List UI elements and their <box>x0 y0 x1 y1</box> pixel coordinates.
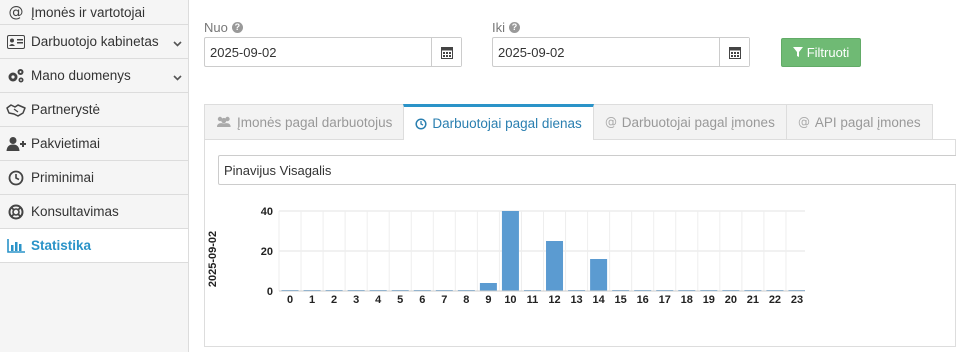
x-tick-label: 0 <box>287 294 293 306</box>
calendar-icon[interactable] <box>431 38 461 66</box>
chevron-down-icon <box>173 36 182 51</box>
sidebar-item-label: Pakvietimai <box>31 136 101 151</box>
clock-icon <box>415 117 427 130</box>
x-tick-label: 21 <box>747 294 759 306</box>
life-ring-icon <box>6 203 26 221</box>
at-icon: @ <box>605 116 617 128</box>
x-tick-label: 4 <box>375 294 382 306</box>
x-tick-label: 16 <box>637 294 649 306</box>
sidebar-item-label: Mano duomenys <box>31 68 131 83</box>
id-card-icon <box>6 33 26 51</box>
x-tick-label: 18 <box>681 294 693 306</box>
x-tick-label: 22 <box>769 294 781 306</box>
sidebar-item-label: Įmonės ir vartotojai <box>31 4 146 20</box>
main-content: Nuo? Iki? Filtruoti Įmonės pagal darbuot… <box>189 0 956 352</box>
x-tick-label: 1 <box>309 294 315 306</box>
svg-text:@: @ <box>9 4 24 20</box>
x-tick-label: 23 <box>791 294 803 306</box>
chevron-down-icon <box>173 70 182 85</box>
x-tick-label: 20 <box>725 294 737 306</box>
sidebar-item-label: Statistika <box>31 238 92 253</box>
tab-darbuotojai-pagal-dienas[interactable]: Darbuotojai pagal dienas <box>403 104 594 140</box>
x-tick-label: 12 <box>548 294 560 306</box>
sidebar-item-label: Priminimai <box>31 170 95 185</box>
sidebar-item-label: Konsultavimas <box>31 204 119 219</box>
chart-bar <box>546 241 564 291</box>
y-tick-label: 40 <box>261 206 273 218</box>
calendar-icon[interactable] <box>719 38 749 66</box>
date-from-field <box>204 37 462 67</box>
x-tick-label: 15 <box>615 294 627 306</box>
y-tick-label: 0 <box>267 286 273 298</box>
x-tick-label: 14 <box>592 294 605 306</box>
sidebar-item-imones[interactable]: @ Įmonės ir vartotojai <box>0 0 188 25</box>
chart-bar <box>479 283 497 291</box>
x-tick-label: 19 <box>703 294 715 306</box>
help-icon[interactable]: ? <box>231 22 243 33</box>
chart-bar <box>501 211 519 291</box>
svg-text:@: @ <box>798 116 810 128</box>
x-tick-label: 11 <box>527 294 539 306</box>
y-axis-label: 2025-09-02 <box>207 231 219 287</box>
sidebar-item-label: Darbuotojo kabinetas <box>31 34 159 49</box>
x-tick-label: 6 <box>419 294 425 306</box>
date-to-field <box>492 37 750 67</box>
filter-button[interactable]: Filtruoti <box>781 38 861 67</box>
help-icon[interactable]: ? <box>509 22 520 33</box>
tab-darbuotojai-pagal-imones[interactable]: @ Darbuotojai pagal įmones <box>592 104 787 139</box>
sidebar: @ Įmonės ir vartotojai Darbuotojo kabine… <box>0 0 189 352</box>
sidebar-item-label: Partnerystė <box>31 102 101 117</box>
bar-chart-icon <box>6 237 26 255</box>
svg-text:@: @ <box>605 116 617 128</box>
at-icon: @ <box>6 3 26 21</box>
from-label: Nuo? <box>204 20 243 35</box>
sidebar-item-priminimai[interactable]: Priminimai <box>0 161 188 195</box>
users-icon <box>216 116 232 128</box>
user-plus-icon <box>6 135 26 153</box>
sidebar-item-darbuotojo-kabinetas[interactable]: Darbuotojo kabinetas <box>0 25 188 59</box>
tab-bar: Įmonės pagal darbuotojus Darbuotojai pag… <box>204 104 933 140</box>
handshake-icon <box>6 101 26 119</box>
filter-icon <box>792 45 803 60</box>
chart-bar <box>590 259 608 291</box>
gears-icon <box>6 67 26 85</box>
date-to-input[interactable] <box>493 38 719 66</box>
at-icon: @ <box>798 116 810 128</box>
sidebar-item-statistika[interactable]: Statistika <box>0 229 188 263</box>
tab-panel: Pinavijus Visagalis 0 20 40 0 1 2 3 4 5 6 7 8 9 10 11 1… <box>204 139 956 347</box>
sidebar-item-mano-duomenys[interactable]: Mano duomenys <box>0 59 188 93</box>
clock-icon <box>6 169 26 187</box>
x-tick-label: 13 <box>570 294 582 306</box>
x-tick-label: 7 <box>441 294 447 306</box>
sidebar-item-partneryste[interactable]: Partnerystė <box>0 93 188 127</box>
sidebar-item-konsultavimas[interactable]: Konsultavimas <box>0 195 188 229</box>
bar-chart: 020400 1 2 3 4 5 6 7 8 9 10 11 12 13 14 15 16 17 18 19 20 21 2… <box>207 206 805 306</box>
x-tick-label: 10 <box>504 294 516 306</box>
x-tick-label: 9 <box>485 294 491 306</box>
sidebar-item-pakvietimai[interactable]: Pakvietimai <box>0 127 188 161</box>
x-tick-label: 3 <box>353 294 359 306</box>
tab-api-pagal-imones[interactable]: @ API pagal įmones <box>785 104 933 139</box>
x-tick-label: 8 <box>463 294 469 306</box>
to-label: Iki? <box>492 20 520 35</box>
y-tick-label: 20 <box>261 246 273 258</box>
date-from-input[interactable] <box>205 38 431 66</box>
tab-imones-pagal-darbuotojus[interactable]: Įmonės pagal darbuotojus <box>204 104 405 139</box>
x-tick-label: 2 <box>331 294 337 306</box>
x-tick-label: 17 <box>659 294 671 306</box>
x-tick-label: 5 <box>397 294 403 306</box>
